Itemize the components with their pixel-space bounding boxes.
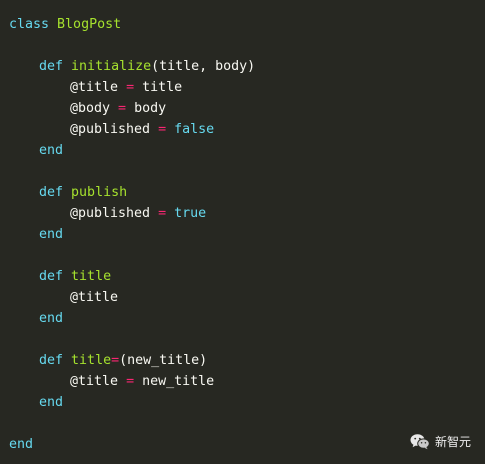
code-line: end bbox=[9, 308, 485, 329]
instance-variable: @title bbox=[70, 290, 119, 305]
code-line: @title = new_title bbox=[9, 371, 485, 392]
watermark-text: 新智元 bbox=[434, 435, 471, 449]
keyword: def bbox=[39, 269, 64, 284]
code-line: class BlogPost bbox=[9, 14, 485, 35]
keyword: end bbox=[9, 437, 34, 452]
keyword: def bbox=[39, 185, 64, 200]
code-line: @title = title bbox=[9, 77, 485, 98]
code-line: @body = body bbox=[9, 98, 485, 119]
code-line: def title bbox=[9, 266, 485, 287]
code-line: end bbox=[9, 392, 485, 413]
instance-variable: @published bbox=[70, 206, 151, 221]
code-line: end bbox=[9, 140, 485, 161]
keyword: end bbox=[39, 395, 64, 410]
code-line: def initialize(title, body) bbox=[9, 56, 485, 77]
code-line: end bbox=[9, 224, 485, 245]
method-name: title bbox=[71, 269, 112, 284]
operator: = bbox=[126, 80, 135, 95]
method-name: title bbox=[71, 353, 112, 368]
operator: = bbox=[118, 101, 127, 116]
instance-variable: @published bbox=[70, 122, 151, 137]
instance-variable: @title bbox=[70, 80, 119, 95]
operator: = bbox=[158, 206, 167, 221]
method-name: initialize bbox=[71, 59, 152, 74]
watermark: 新智元 bbox=[410, 433, 471, 450]
method-name: publish bbox=[71, 185, 128, 200]
code-line: def publish bbox=[9, 182, 485, 203]
code-line: def title=(new_title) bbox=[9, 350, 485, 371]
method-params: (new_title) bbox=[119, 353, 208, 368]
operator: = bbox=[158, 122, 167, 137]
value: body bbox=[134, 101, 167, 116]
value: new_title bbox=[142, 374, 215, 389]
instance-variable: @title bbox=[70, 374, 119, 389]
keyword: def bbox=[39, 59, 64, 74]
keyword: def bbox=[39, 353, 64, 368]
method-params: (title, body) bbox=[151, 59, 256, 74]
keyword: end bbox=[39, 311, 64, 326]
boolean-literal: true bbox=[174, 206, 207, 221]
code-editor: class BlogPost def initialize(title, bod… bbox=[0, 0, 485, 464]
value: title bbox=[142, 80, 183, 95]
code-line: @published = false bbox=[9, 119, 485, 140]
wechat-icon bbox=[410, 433, 430, 450]
keyword: end bbox=[39, 143, 64, 158]
class-name: BlogPost bbox=[57, 17, 122, 32]
keyword: end bbox=[39, 227, 64, 242]
boolean-literal: false bbox=[174, 122, 215, 137]
keyword: class bbox=[9, 17, 50, 32]
code-line: @title bbox=[9, 287, 485, 308]
setter-operator: = bbox=[111, 353, 120, 368]
code-line: @published = true bbox=[9, 203, 485, 224]
instance-variable: @body bbox=[70, 101, 111, 116]
operator: = bbox=[126, 374, 135, 389]
